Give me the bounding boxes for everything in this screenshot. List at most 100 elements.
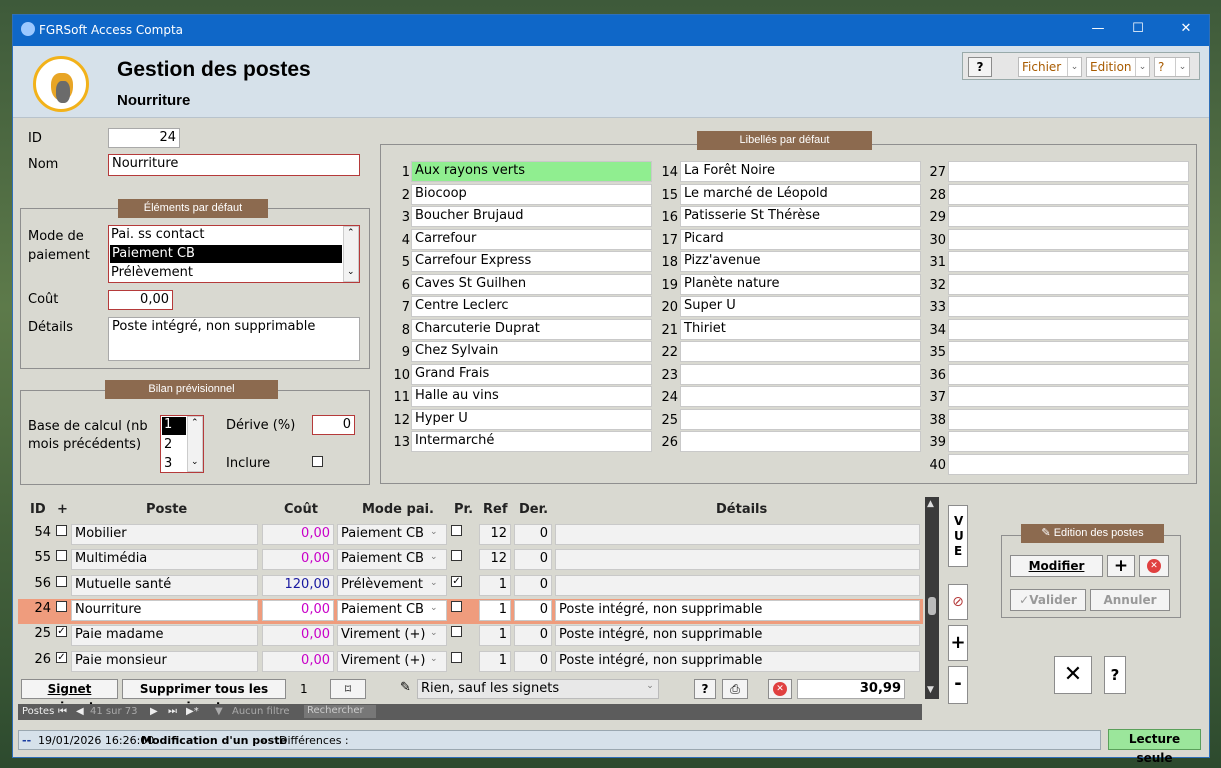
row-ref[interactable]: 1	[479, 650, 511, 672]
minimize-button[interactable]: —	[1085, 21, 1111, 39]
maximize-button[interactable]: ☐	[1125, 21, 1151, 39]
row-pr-checkbox[interactable]	[451, 651, 462, 663]
row-cout[interactable]: 0,00	[262, 650, 334, 672]
libelle-field[interactable]	[948, 228, 1189, 250]
base-option-1[interactable]: 2	[164, 437, 172, 452]
fichier-menu[interactable]: Fichier ⌄	[1018, 57, 1082, 77]
mode-option-2[interactable]: Prélèvement	[111, 265, 193, 280]
print-icon[interactable]: ⎙	[722, 679, 748, 699]
row-poste[interactable]: Multimédia	[71, 549, 258, 571]
base-option-2[interactable]: 3	[164, 456, 172, 471]
row-plus-checkbox[interactable]	[56, 600, 67, 612]
mode-option-1[interactable]: Paiement CB	[110, 245, 342, 263]
libelle-field[interactable]: Thiriet	[680, 318, 921, 340]
libelle-field[interactable]	[948, 363, 1189, 385]
libelle-field[interactable]: La Forêt Noire	[680, 161, 921, 182]
signet-suivant-button[interactable]: Signet suivant	[21, 679, 118, 714]
new-record-icon[interactable]: ▶*	[186, 706, 199, 717]
row-cout[interactable]: 120,00	[262, 574, 334, 596]
prev-record-icon[interactable]: ◀	[76, 706, 84, 717]
close-form-button[interactable]: ✕	[1054, 656, 1092, 694]
libelle-field[interactable]	[680, 386, 921, 407]
row-plus-checkbox[interactable]	[56, 575, 67, 587]
row-cout[interactable]: 0,00	[262, 625, 334, 647]
row-plus-checkbox[interactable]	[56, 550, 67, 562]
libelle-field[interactable]	[680, 363, 921, 385]
row-poste[interactable]: Mutuelle santé	[71, 574, 258, 596]
nom-field[interactable]: Nourriture	[108, 154, 360, 176]
add-record-button[interactable]: +	[948, 625, 968, 661]
base-scrollbar[interactable]: ⌃ ⌄	[187, 416, 203, 472]
help-button[interactable]: ?	[968, 57, 992, 77]
delete-button[interactable]: ✕	[1139, 555, 1169, 577]
id-field[interactable]: 24	[108, 128, 180, 148]
inclure-checkbox[interactable]	[312, 456, 323, 467]
libelle-field[interactable]: Picard	[680, 228, 921, 250]
row-pr-checkbox[interactable]	[451, 626, 462, 638]
libelle-field[interactable]: Halle au vins	[411, 386, 652, 407]
libelle-field[interactable]	[948, 318, 1189, 340]
row-der[interactable]: 0	[514, 599, 552, 621]
libelle-field[interactable]: Carrefour Express	[411, 251, 652, 272]
libelle-field[interactable]	[948, 408, 1189, 430]
close-window-button[interactable]: ✕	[1173, 21, 1199, 39]
erase-filter-icon[interactable]: ⊘	[948, 584, 968, 620]
row-cout[interactable]: 0,00	[262, 599, 334, 621]
row-details[interactable]: Poste intégré, non supprimable	[555, 599, 920, 621]
row-poste[interactable]: Paie madame	[71, 625, 258, 647]
libelle-field[interactable]	[948, 251, 1189, 272]
mode-option-0[interactable]: Pai. ss contact	[111, 227, 204, 242]
libelle-field[interactable]	[680, 408, 921, 430]
last-record-icon[interactable]: ⏭	[168, 706, 177, 717]
libelle-field[interactable]	[948, 341, 1189, 362]
row-ref[interactable]: 12	[479, 549, 511, 571]
libelle-field[interactable]: Le marché de Léopold	[680, 183, 921, 205]
libelle-field[interactable]: Planète nature	[680, 273, 921, 295]
libelle-field[interactable]: Hyper U	[411, 408, 652, 430]
libelle-field[interactable]	[948, 161, 1189, 182]
libelle-field[interactable]	[948, 386, 1189, 407]
remove-record-button[interactable]: -	[948, 666, 968, 704]
libelle-field[interactable]: Charcuterie Duprat	[411, 318, 652, 340]
libelle-field[interactable]	[948, 206, 1189, 227]
next-record-icon[interactable]: ▶	[150, 706, 158, 717]
row-ref[interactable]: 1	[479, 625, 511, 647]
no-filter-label[interactable]: Aucun filtre	[232, 706, 290, 717]
vue-button[interactable]: VUE	[948, 505, 968, 567]
row-der[interactable]: 0	[514, 549, 552, 571]
clear-total-button[interactable]: ✕	[768, 679, 792, 699]
row-details[interactable]	[555, 574, 920, 596]
libelle-field[interactable]	[680, 341, 921, 362]
libelle-field[interactable]	[948, 431, 1189, 452]
libelle-field[interactable]	[948, 296, 1189, 317]
libelle-field[interactable]: Carrefour	[411, 228, 652, 250]
row-pr-checkbox[interactable]: ✓	[451, 575, 462, 587]
record-position[interactable]: 41 sur 73	[90, 706, 137, 717]
row-der[interactable]: 0	[514, 524, 552, 545]
row-cout[interactable]: 0,00	[262, 549, 334, 571]
base-option-0[interactable]: 1	[162, 417, 186, 435]
base-listbox[interactable]: 1 2 3 ⌃ ⌄	[160, 415, 204, 473]
supprimer-signets-button[interactable]: Supprimer tous les signets	[122, 679, 286, 714]
row-ref[interactable]: 12	[479, 524, 511, 545]
libelle-field[interactable]	[948, 453, 1189, 475]
row-details[interactable]	[555, 549, 920, 571]
grid-scrollbar[interactable]: ▲ ▼	[925, 497, 939, 699]
libelle-field[interactable]: Pizz'avenue	[680, 251, 921, 272]
help-menu[interactable]: ? ⌄	[1154, 57, 1190, 77]
row-pr-checkbox[interactable]	[451, 525, 462, 536]
row-plus-checkbox[interactable]: ✓	[56, 626, 67, 638]
row-poste[interactable]: Mobilier	[71, 524, 258, 545]
libelle-field[interactable]	[680, 431, 921, 452]
help-button-bottom[interactable]: ?	[694, 679, 716, 699]
derive-field[interactable]: 0	[312, 415, 355, 435]
libelle-field[interactable]: Centre Leclerc	[411, 296, 652, 317]
valider-button[interactable]: ✓Valider	[1010, 589, 1086, 611]
row-poste[interactable]: Nourriture	[71, 599, 258, 621]
row-plus-checkbox[interactable]	[56, 525, 67, 536]
row-details[interactable]: Poste intégré, non supprimable	[555, 625, 920, 647]
row-der[interactable]: 0	[514, 650, 552, 672]
libelle-field[interactable]: Biocoop	[411, 183, 652, 205]
row-pr-checkbox[interactable]	[451, 600, 462, 612]
libelle-field[interactable]: Intermarché	[411, 431, 652, 452]
